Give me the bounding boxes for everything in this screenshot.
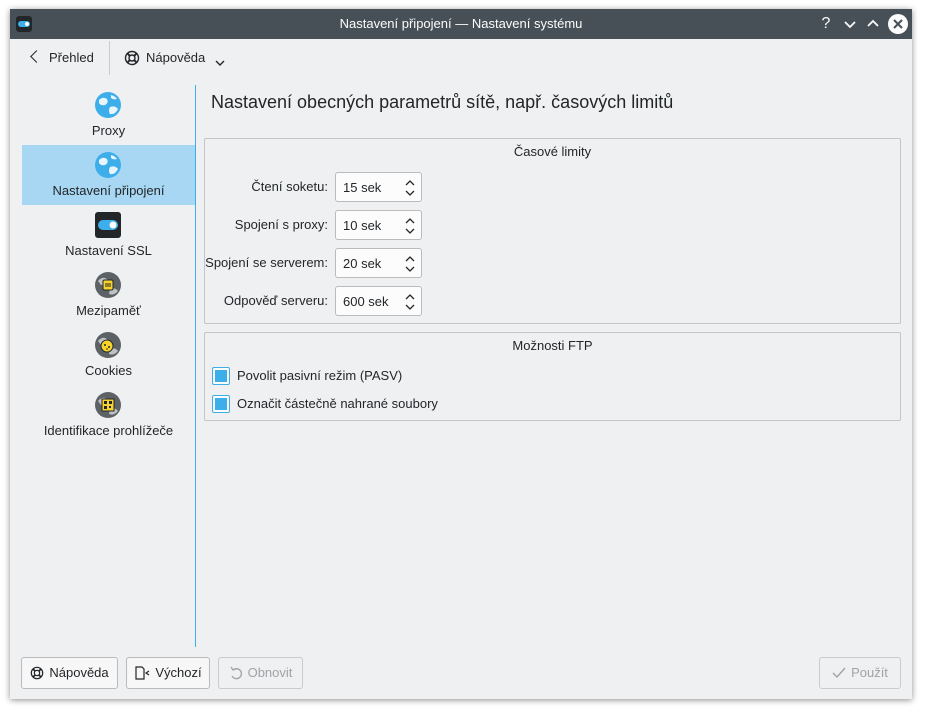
apply-button[interactable]: Použít [819,657,901,689]
ftp-options-group: Možnosti FTP Povolit pasivní režim (PASV… [204,332,901,421]
ftp-group-title: Možnosti FTP [512,338,593,353]
server-response-spinbox[interactable]: 600 sek [335,286,422,316]
help-menu-label: Nápověda [146,50,206,65]
help-menu-button[interactable]: Nápověda [116,45,233,71]
timeouts-group-title: Časové limity [513,144,592,159]
maximize-icon[interactable] [863,14,883,34]
toolbar: Přehled Nápověda [10,39,912,77]
sidebar-item-browser-identification[interactable]: Identifikace prohlížeče [22,385,195,445]
browser-id-icon [95,392,121,418]
proxy-connect-row: Spojení s proxy: 10 sek [205,210,900,240]
title-bar: Nastavení připojení — Nastavení systému … [10,9,912,39]
globe-icon [95,152,121,178]
cookie-icon [95,332,121,358]
lifebuoy-icon [31,666,44,679]
server-connect-label: Spojení se serverem: [205,255,328,270]
sidebar-item-label: Proxy [91,123,126,138]
help-button[interactable]: Nápověda [21,657,118,689]
defaults-button[interactable]: Výchozí [126,657,210,689]
help-icon[interactable]: ? [816,14,836,34]
sidebar-separator [195,85,196,647]
document-revert-icon [135,665,150,680]
minimize-icon[interactable] [840,14,860,34]
sidebar-item-ssl[interactable]: Nastavení SSL [22,205,195,265]
globe-icon [95,92,121,118]
server-response-row: Odpověď serveru: 600 sek [205,286,900,316]
socket-read-row: Čtení soketu: 15 sek [205,172,900,202]
sidebar: Proxy Nastavení připojení Nastavení SSL [22,85,195,647]
spinbox-value: 15 sek [343,180,382,195]
proxy-connect-label: Spojení s proxy: [234,217,328,232]
defaults-button-label: Výchozí [155,665,202,680]
window-title: Nastavení připojení — Nastavení systému [339,16,583,31]
mark-partial-label[interactable]: Označit částečně nahrané soubory [237,396,438,411]
server-connect-row: Spojení se serverem: 20 sek [205,248,900,278]
undo-icon [230,666,242,679]
passive-mode-checkbox[interactable] [212,367,230,385]
back-button-label: Přehled [49,50,94,65]
settings-window: Nastavení připojení — Nastavení systému … [10,9,912,699]
chevron-down-icon [215,60,225,66]
toolbar-separator [109,41,110,75]
apply-button-label: Použít [851,665,888,680]
toggle-icon [95,212,121,238]
timeouts-group: Časové limity Čtení soketu: 15 sek Spoje… [204,138,901,324]
socket-read-label: Čtení soketu: [251,179,328,194]
proxy-connect-spinbox[interactable]: 10 sek [335,210,422,240]
back-button[interactable]: Přehled [24,45,102,71]
sidebar-item-label: Nastavení připojení [52,183,165,198]
up-down-arrows-icon[interactable] [405,291,415,313]
socket-read-spinbox[interactable]: 15 sek [335,172,422,202]
reset-button[interactable]: Obnovit [218,657,303,689]
sidebar-item-cache[interactable]: Mezipaměť [22,265,195,325]
spinbox-value: 10 sek [343,218,382,233]
help-button-label: Nápověda [49,665,109,680]
cache-icon [95,272,121,298]
server-connect-spinbox[interactable]: 20 sek [335,248,422,278]
server-response-label: Odpověď serveru: [223,293,328,308]
up-down-arrows-icon[interactable] [405,177,415,199]
checkmark-icon [832,667,846,678]
sidebar-item-cookies[interactable]: Cookies [22,325,195,385]
sidebar-item-connection-settings[interactable]: Nastavení připojení [22,145,195,205]
up-down-arrows-icon[interactable] [405,253,415,275]
spinbox-value: 20 sek [343,256,382,271]
page-title: Nastavení obecných parametrů sítě, např.… [211,92,674,112]
lifebuoy-icon [124,50,140,65]
sidebar-item-proxy[interactable]: Proxy [22,85,195,145]
up-down-arrows-icon[interactable] [405,215,415,237]
sidebar-item-label: Cookies [85,363,132,378]
spinbox-value: 600 sek [343,294,389,309]
sidebar-item-label: Mezipaměť [76,303,141,318]
chevron-left-icon [30,50,43,63]
sidebar-item-label: Nastavení SSL [65,243,152,258]
passive-mode-label[interactable]: Povolit pasivní režim (PASV) [237,368,402,383]
mark-partial-checkbox[interactable] [212,395,230,413]
reset-button-label: Obnovit [247,665,293,680]
sidebar-item-label: Identifikace prohlížeče [43,423,174,438]
close-icon[interactable] [888,14,908,34]
